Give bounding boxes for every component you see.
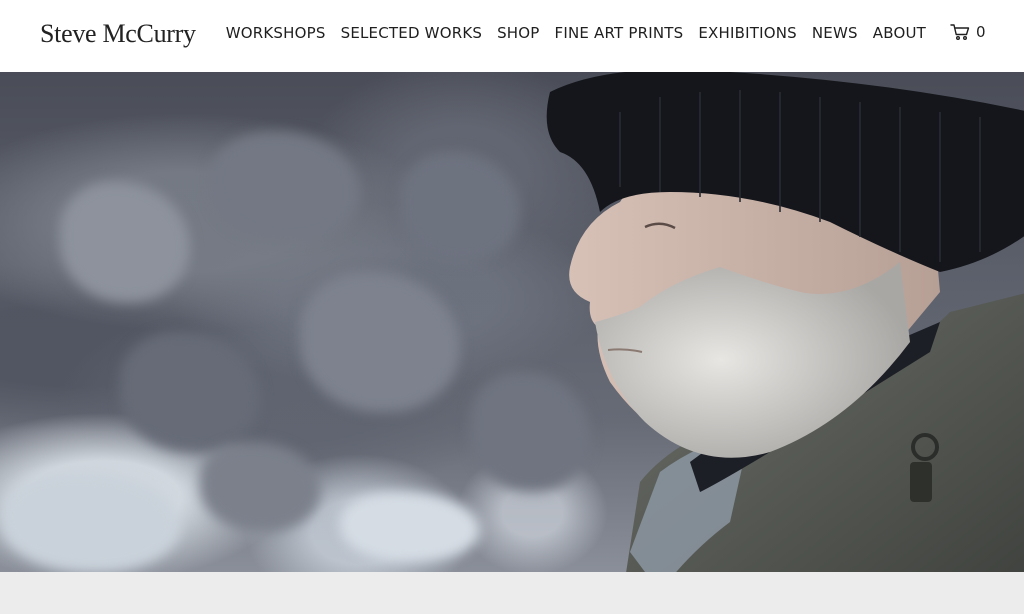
cart-icon — [950, 23, 970, 41]
nav-fine-art-prints[interactable]: FINE ART PRINTS — [555, 24, 684, 42]
rock-shape — [120, 332, 260, 452]
cart-count: 0 — [976, 23, 986, 41]
rock-shape — [0, 472, 180, 572]
nav-exhibitions[interactable]: EXHIBITIONS — [698, 24, 797, 42]
site-header: Steve McCurry WORKSHOPS SELECTED WORKS S… — [0, 0, 1024, 72]
rock-shape — [200, 442, 320, 532]
nav-workshops[interactable]: WORKSHOPS — [226, 24, 326, 42]
nav-news[interactable]: NEWS — [812, 24, 858, 42]
rock-shape — [340, 492, 480, 562]
nav-selected-works[interactable]: SELECTED WORKS — [341, 24, 482, 42]
rock-shape — [300, 272, 460, 412]
site-logo[interactable]: Steve McCurry — [40, 19, 196, 49]
content-section-start — [0, 572, 1024, 614]
man-portrait — [546, 72, 1024, 572]
nav-shop[interactable]: SHOP — [497, 24, 539, 42]
rock-shape — [60, 182, 190, 302]
hero-photo — [0, 72, 1024, 572]
rock-shape — [210, 132, 360, 242]
nav-about[interactable]: ABOUT — [873, 24, 926, 42]
cart-button[interactable]: 0 — [950, 23, 986, 41]
main-nav: WORKSHOPS SELECTED WORKS SHOP FINE ART P… — [211, 24, 926, 42]
